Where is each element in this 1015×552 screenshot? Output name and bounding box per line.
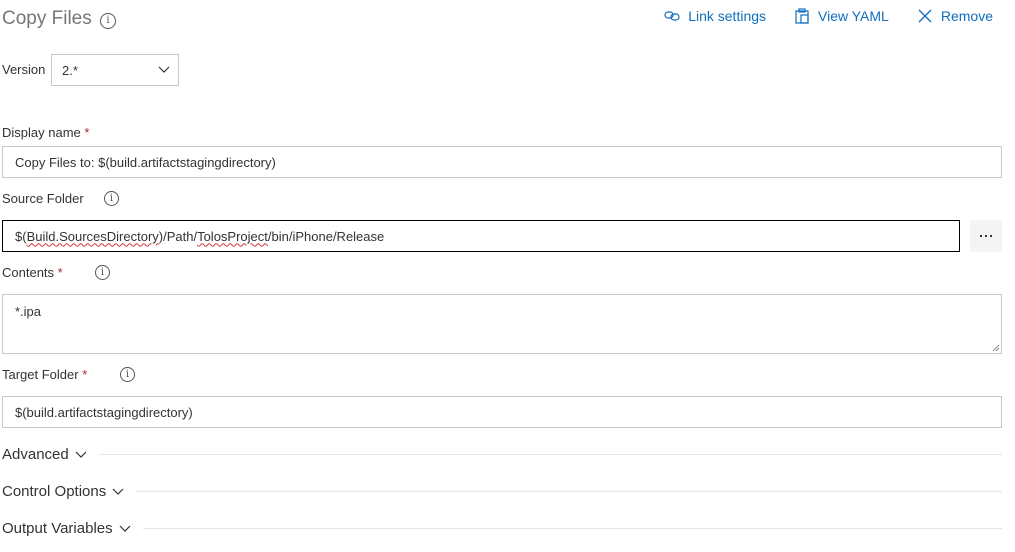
source-folder-value: $(Build.SourcesDirectory)/Path/TolosProj… (15, 229, 384, 244)
target-folder-label: Target Folder * (2, 367, 87, 382)
section-output-variables[interactable]: Output Variables (2, 520, 1002, 537)
target-folder-label-text: Target Folder (2, 367, 79, 382)
value-part: $( (15, 228, 27, 244)
version-label: Version (2, 62, 46, 77)
version-select[interactable]: 2.* (51, 54, 179, 86)
browse-button[interactable] (970, 220, 1002, 252)
remove-button[interactable]: Remove (917, 8, 993, 24)
view-yaml-button[interactable]: View YAML (794, 8, 889, 24)
info-icon[interactable]: i (100, 13, 116, 29)
section-control-options[interactable]: Control Options (2, 483, 1002, 500)
required-mark: * (57, 265, 63, 280)
display-name-value: Copy Files to: $(build.artifactstagingdi… (15, 154, 276, 170)
more-icon-dot (985, 235, 987, 237)
resize-handle-icon[interactable] (992, 344, 1000, 352)
value-part: )/Path/ (158, 228, 198, 244)
link-icon (664, 11, 680, 21)
more-icon-dot (990, 235, 992, 237)
required-mark: * (84, 125, 90, 140)
source-folder-label: Source Folder (2, 191, 84, 206)
target-folder-value: $(build.artifactstagingdirectory) (15, 404, 193, 420)
source-folder-input[interactable]: $(Build.SourcesDirectory)/Path/TolosProj… (2, 220, 960, 252)
contents-textarea[interactable]: *.ipa (2, 294, 1002, 354)
remove-label: Remove (940, 8, 993, 24)
more-icon (980, 235, 982, 237)
info-icon[interactable]: i (120, 367, 135, 382)
required-mark: * (82, 367, 88, 382)
chevron-down-icon (158, 66, 170, 73)
header-actions: Link settings View YAML Remove (664, 8, 993, 24)
chevron-down-icon (75, 451, 87, 458)
link-settings-label: Link settings (688, 8, 767, 24)
value-part: /bin/iPhone/Release (267, 228, 385, 244)
divider (142, 528, 1002, 529)
contents-value: *.ipa (15, 304, 42, 319)
info-icon[interactable]: i (95, 265, 110, 280)
display-name-label-text: Display name (2, 125, 81, 140)
display-name-label: Display name * (2, 125, 89, 140)
target-folder-input[interactable]: $(build.artifactstagingdirectory) (2, 396, 1002, 428)
display-name-input[interactable]: Copy Files to: $(build.artifactstagingdi… (2, 146, 1002, 178)
section-label: Output Variables (2, 520, 113, 537)
info-icon[interactable]: i (104, 191, 119, 206)
value-part-misspelled: TolosProject (197, 228, 268, 244)
divider (98, 454, 1002, 455)
section-label: Control Options (2, 483, 107, 500)
section-advanced[interactable]: Advanced (2, 446, 1002, 463)
section-label: Advanced (2, 446, 69, 463)
divider (136, 491, 1002, 492)
view-yaml-label: View YAML (818, 8, 889, 24)
page-title: Copy Files (2, 8, 92, 29)
version-value: 2.* (62, 62, 78, 78)
contents-label: Contents * (2, 265, 63, 280)
chevron-down-icon (119, 525, 131, 532)
clipboard-icon (795, 8, 809, 24)
contents-label-text: Contents (2, 265, 55, 280)
close-icon (918, 9, 932, 23)
value-part-misspelled: Build.SourcesDirectory (26, 228, 159, 244)
chevron-down-icon (112, 488, 124, 495)
link-settings-button[interactable]: Link settings (664, 8, 766, 24)
